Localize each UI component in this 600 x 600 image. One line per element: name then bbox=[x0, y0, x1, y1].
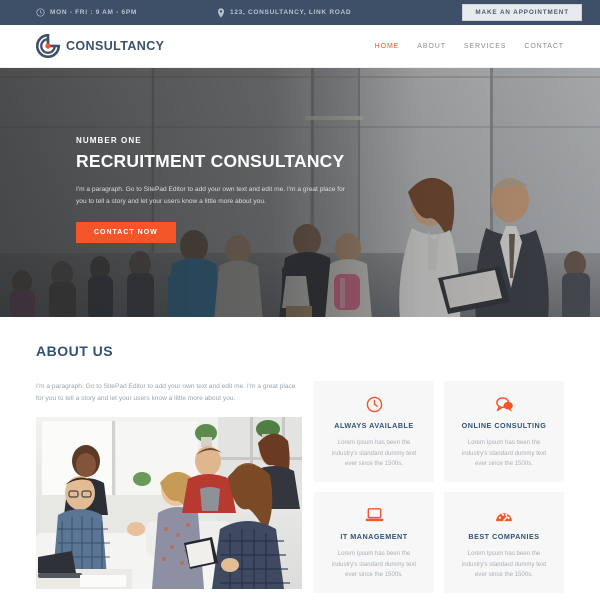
nav-item-home[interactable]: HOME bbox=[375, 43, 400, 50]
about-paragraph: I'm a paragraph. Go to SitePad Editor to… bbox=[36, 383, 296, 403]
nav-item-services[interactable]: SERVICES bbox=[464, 43, 506, 50]
hero-eyebrow: NUMBER ONE bbox=[76, 136, 142, 145]
about-left-column: I'm a paragraph. Go to SitePad Editor to… bbox=[36, 381, 304, 590]
top-utility-bar: MON - FRI : 9 AM - 6PM 123, CONSULTANCY,… bbox=[0, 0, 600, 25]
feature-title: ONLINE CONSULTING bbox=[461, 421, 547, 430]
circular-target-logo-icon bbox=[35, 33, 61, 59]
business-address: 123, CONSULTANCY, LINK ROAD bbox=[217, 7, 352, 18]
nav-item-contact[interactable]: CONTACT bbox=[524, 43, 564, 50]
main-navigation: HOME ABOUT SERVICES CONTACT bbox=[375, 43, 564, 50]
feature-box-online-consulting[interactable]: ONLINE CONSULTING Lorem Ipsum has been t… bbox=[444, 381, 564, 482]
map-pin-icon bbox=[217, 7, 225, 18]
business-hours-label: MON - FRI : 9 AM - 6PM bbox=[50, 9, 138, 16]
about-team-photo bbox=[36, 417, 302, 590]
site-header: CONSULTANCY HOME ABOUT SERVICES CONTACT bbox=[0, 25, 600, 68]
feature-title: IT MANAGEMENT bbox=[340, 532, 408, 541]
business-address-label: 123, CONSULTANCY, LINK ROAD bbox=[230, 9, 352, 16]
clock-icon bbox=[36, 8, 45, 17]
laptop-icon bbox=[328, 505, 420, 525]
feature-title: BEST COMPANIES bbox=[468, 532, 540, 541]
about-section: ABOUT US I'm a paragraph. Go to SitePad … bbox=[0, 317, 600, 593]
hero-content: NUMBER ONE RECRUITMENT CONSULTANCY I'm a… bbox=[76, 136, 376, 244]
feature-text: Lorem Ipsum has been the industry's stan… bbox=[331, 550, 417, 579]
logo[interactable]: CONSULTANCY bbox=[35, 33, 165, 59]
make-an-appointment-button[interactable]: MAKE AN APPOINTMENT bbox=[462, 4, 582, 21]
page-root: MON - FRI : 9 AM - 6PM 123, CONSULTANCY,… bbox=[0, 0, 600, 600]
hero-paragraph: I'm a paragraph. Go to SitePad Editor to… bbox=[76, 186, 345, 205]
feature-text: Lorem Ipsum has been the industry's stan… bbox=[461, 550, 547, 579]
about-grid: I'm a paragraph. Go to SitePad Editor to… bbox=[36, 381, 564, 593]
logo-text: CONSULTANCY bbox=[66, 39, 165, 53]
hero-banner: NUMBER ONE RECRUITMENT CONSULTANCY I'm a… bbox=[0, 68, 600, 317]
feature-text: Lorem Ipsum has been the industry's stan… bbox=[331, 439, 417, 468]
contact-now-button[interactable]: CONTACT NOW bbox=[76, 222, 176, 244]
hero-title: RECRUITMENT CONSULTANCY bbox=[76, 151, 345, 171]
gauge-icon bbox=[458, 505, 550, 525]
feature-title: ALWAYS AVAILABLE bbox=[334, 421, 414, 430]
feature-box-best-companies[interactable]: BEST COMPANIES Lorem Ipsum has been the … bbox=[444, 492, 564, 593]
feature-box-it-management[interactable]: IT MANAGEMENT Lorem Ipsum has been the i… bbox=[314, 492, 434, 593]
feature-text: Lorem Ipsum has been the industry's stan… bbox=[461, 439, 547, 468]
chat-bubbles-icon bbox=[458, 394, 550, 414]
about-heading: ABOUT US bbox=[36, 343, 114, 359]
clock-icon bbox=[328, 394, 420, 414]
feature-box-always-available[interactable]: ALWAYS AVAILABLE Lorem Ipsum has been th… bbox=[314, 381, 434, 482]
business-hours: MON - FRI : 9 AM - 6PM bbox=[36, 8, 137, 17]
feature-boxes: ALWAYS AVAILABLE Lorem Ipsum has been th… bbox=[314, 381, 564, 593]
nav-item-about[interactable]: ABOUT bbox=[417, 43, 446, 50]
